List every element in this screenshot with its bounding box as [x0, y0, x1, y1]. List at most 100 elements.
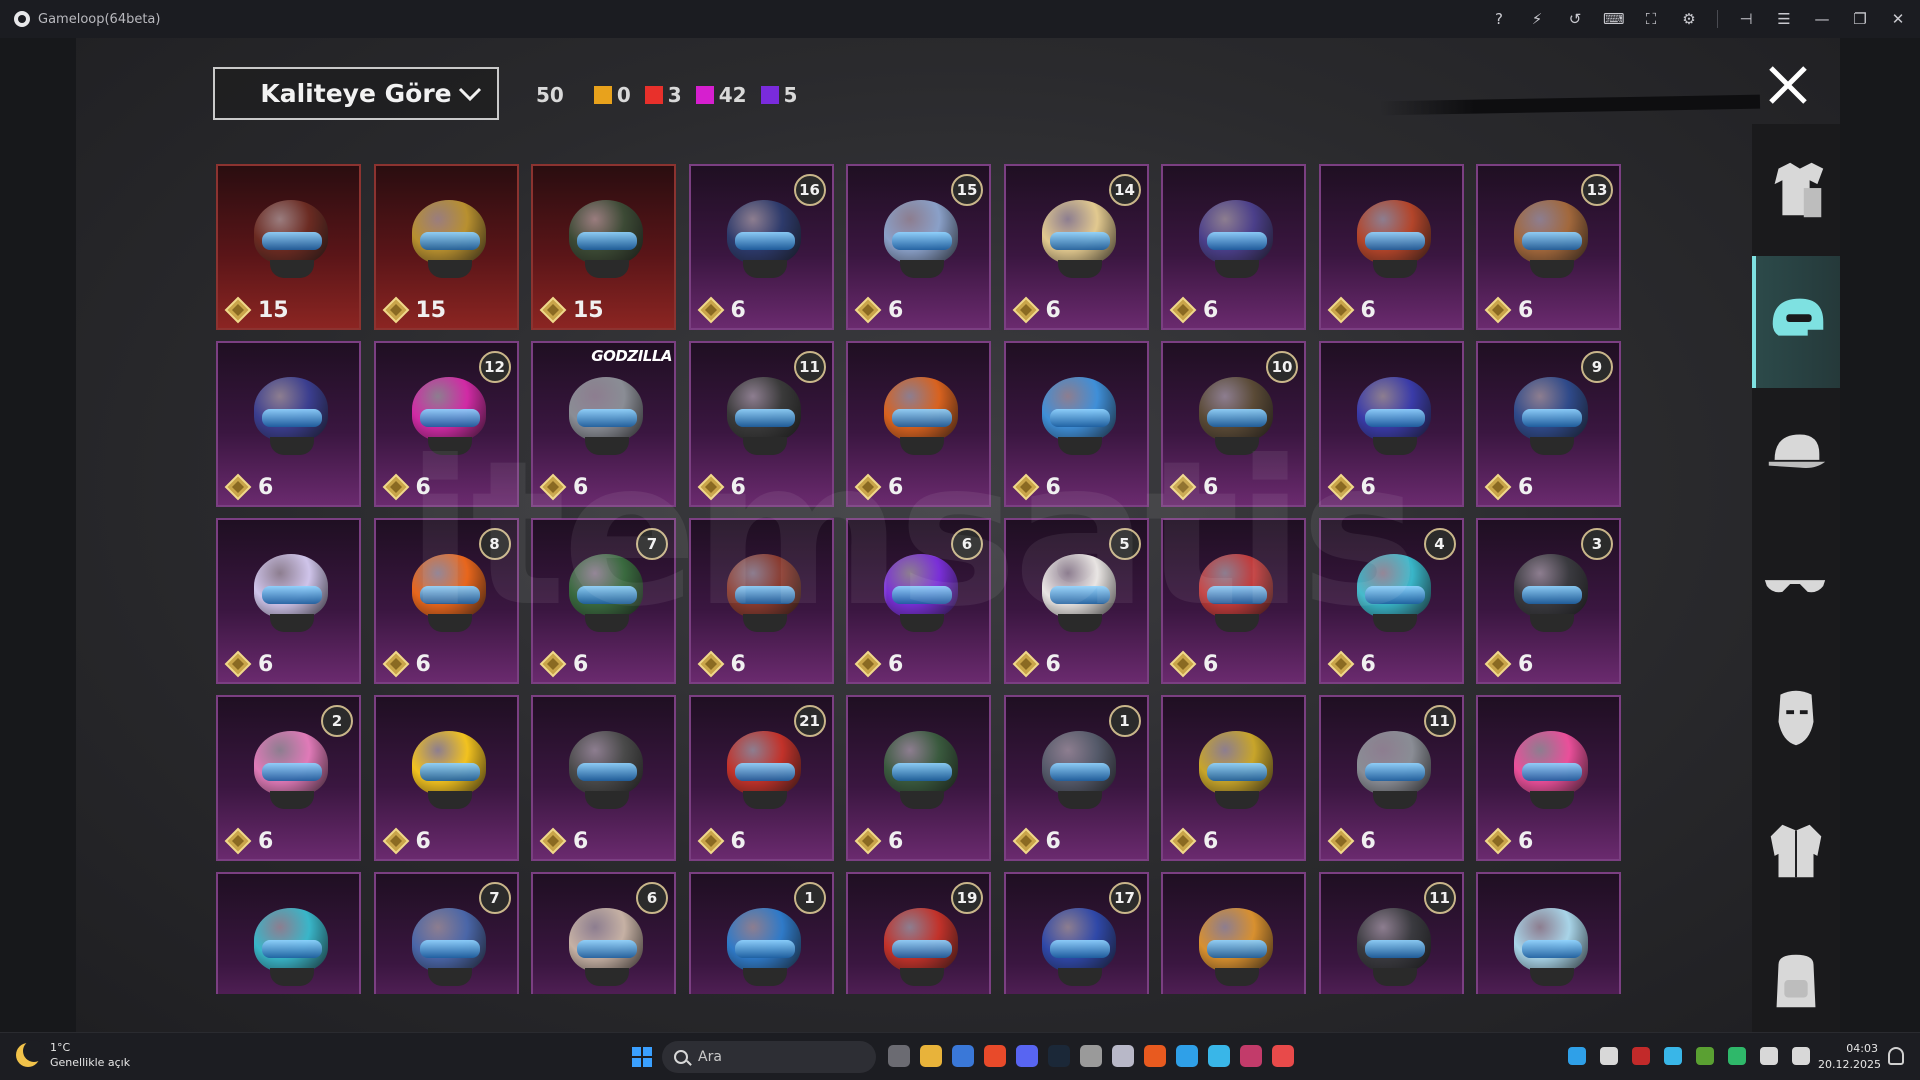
- item-tile[interactable]: 36: [1476, 518, 1621, 684]
- taskbar-app-icon[interactable]: [1272, 1045, 1294, 1067]
- item-tile[interactable]: 6: [531, 872, 676, 994]
- tray-icon[interactable]: [1696, 1047, 1714, 1065]
- taskbar-app-icon[interactable]: [1048, 1045, 1070, 1067]
- item-tile[interactable]: 6: [373, 695, 519, 861]
- weather-widget[interactable]: 1°C Genellikle açık: [16, 1040, 130, 1070]
- fullscreen-icon[interactable]: ⛶: [1641, 9, 1661, 29]
- taskbar-app-icon[interactable]: [1080, 1045, 1102, 1067]
- item-tile[interactable]: 46: [1318, 518, 1464, 684]
- taskbar-app-icon[interactable]: [1176, 1045, 1198, 1067]
- item-tile[interactable]: 6: [1161, 695, 1306, 861]
- level-badge: 5: [1108, 528, 1141, 560]
- item-tile[interactable]: 66: [846, 518, 991, 684]
- item-tile[interactable]: 6: [531, 695, 676, 861]
- item-tile[interactable]: 6: [1318, 341, 1464, 507]
- pin-icon[interactable]: ⊣: [1736, 9, 1756, 29]
- sort-dropdown[interactable]: Kaliteye Göre: [213, 67, 499, 120]
- item-tile[interactable]: 17: [1003, 872, 1149, 994]
- item-tile[interactable]: 6: [1161, 164, 1306, 330]
- item-tile[interactable]: 6: [846, 695, 991, 861]
- item-tile[interactable]: 15: [216, 164, 361, 330]
- tray-icon[interactable]: [1792, 1047, 1810, 1065]
- item-tile[interactable]: 6: [1161, 518, 1306, 684]
- item-tile[interactable]: 11: [1318, 872, 1464, 994]
- item-tile[interactable]: 6: [846, 341, 991, 507]
- item-tile[interactable]: 7: [373, 872, 519, 994]
- close-window-icon[interactable]: ✕: [1888, 9, 1908, 29]
- restore-icon[interactable]: ❐: [1850, 9, 1870, 29]
- item-price: 6: [1012, 827, 1061, 855]
- item-tile[interactable]: 11 6: [688, 341, 834, 507]
- item-tile[interactable]: 14 6: [1003, 164, 1149, 330]
- category-mask[interactable]: [1752, 652, 1840, 784]
- settings-icon[interactable]: ⚙: [1679, 9, 1699, 29]
- tray-icon[interactable]: [1600, 1047, 1618, 1065]
- item-tile[interactable]: GODZILLA 6: [531, 341, 676, 507]
- item-tile[interactable]: 16: [1003, 695, 1149, 861]
- item-tile[interactable]: 86: [373, 518, 519, 684]
- category-helmet[interactable]: [1752, 256, 1840, 388]
- item-tile[interactable]: 76: [531, 518, 676, 684]
- item-tile[interactable]: 96: [1476, 341, 1621, 507]
- level-badge: 8: [478, 528, 511, 560]
- tray-icon[interactable]: [1664, 1047, 1682, 1065]
- taskbar-app-icon[interactable]: [1112, 1045, 1134, 1067]
- item-tile[interactable]: 6: [1476, 695, 1621, 861]
- undo-icon[interactable]: ↺: [1565, 9, 1585, 29]
- tray-icon[interactable]: [1632, 1047, 1650, 1065]
- taskbar-search[interactable]: Ara: [662, 1041, 876, 1073]
- rarity-swatch: [644, 86, 663, 104]
- item-tile[interactable]: 21 6: [688, 695, 834, 861]
- item-tile[interactable]: 6: [216, 341, 361, 507]
- item-tile[interactable]: 15: [531, 164, 676, 330]
- category-cap[interactable]: [1752, 388, 1840, 520]
- help-icon[interactable]: ?: [1489, 9, 1509, 29]
- minimize-icon[interactable]: —: [1812, 9, 1832, 29]
- level-badge: 11: [1423, 882, 1456, 914]
- item-tile[interactable]: 26: [216, 695, 361, 861]
- taskbar-app-icon[interactable]: [888, 1045, 910, 1067]
- category-glasses[interactable]: [1752, 520, 1840, 652]
- item-tile[interactable]: [1476, 872, 1621, 994]
- item-tile[interactable]: 6: [688, 518, 834, 684]
- item-tile[interactable]: [216, 872, 361, 994]
- windows-start-icon[interactable]: [632, 1047, 652, 1067]
- tray-icon[interactable]: [1760, 1047, 1778, 1065]
- taskbar-app-icon[interactable]: [1208, 1045, 1230, 1067]
- item-tile[interactable]: 13 6: [1476, 164, 1621, 330]
- item-tile[interactable]: 1: [688, 872, 834, 994]
- taskbar-app-icon[interactable]: [952, 1045, 974, 1067]
- item-tile[interactable]: 12 6: [373, 341, 519, 507]
- close-icon[interactable]: [1763, 60, 1813, 110]
- tray-icon[interactable]: [1568, 1047, 1586, 1065]
- keyboard-icon[interactable]: ⌨: [1603, 9, 1625, 29]
- taskbar-app-icon[interactable]: [920, 1045, 942, 1067]
- clock[interactable]: 04:03 20.12.2025: [1818, 1041, 1881, 1073]
- item-tile[interactable]: [1161, 872, 1306, 994]
- item-tile[interactable]: 15 6: [846, 164, 991, 330]
- taskbar-app-icon[interactable]: [1016, 1045, 1038, 1067]
- item-tile[interactable]: 10 6: [1161, 341, 1306, 507]
- taskbar-app-icon[interactable]: [1240, 1045, 1262, 1067]
- item-price: 15: [539, 296, 604, 324]
- category-backpack[interactable]: [1752, 916, 1840, 1032]
- tray-icon[interactable]: [1728, 1047, 1746, 1065]
- item-tile[interactable]: 56: [1003, 518, 1149, 684]
- item-tile[interactable]: 6: [216, 518, 361, 684]
- taskbar-app-icon[interactable]: [1144, 1045, 1166, 1067]
- item-tile[interactable]: 19: [846, 872, 991, 994]
- category-outfit[interactable]: [1752, 124, 1840, 256]
- taskbar-app-icon[interactable]: [984, 1045, 1006, 1067]
- notification-bell-icon[interactable]: [1888, 1047, 1904, 1065]
- item-price: 6: [224, 650, 273, 678]
- category-jacket[interactable]: [1752, 784, 1840, 916]
- item-tile[interactable]: 15: [373, 164, 519, 330]
- item-price: 6: [854, 296, 903, 324]
- item-tile[interactable]: 16 6: [688, 164, 834, 330]
- menu-icon[interactable]: ☰: [1774, 9, 1794, 29]
- mask-icon: [1778, 690, 1814, 746]
- item-tile[interactable]: 6: [1318, 164, 1464, 330]
- bolt-icon[interactable]: ⚡: [1527, 9, 1547, 29]
- item-tile[interactable]: 6: [1003, 341, 1149, 507]
- item-tile[interactable]: 11 6: [1318, 695, 1464, 861]
